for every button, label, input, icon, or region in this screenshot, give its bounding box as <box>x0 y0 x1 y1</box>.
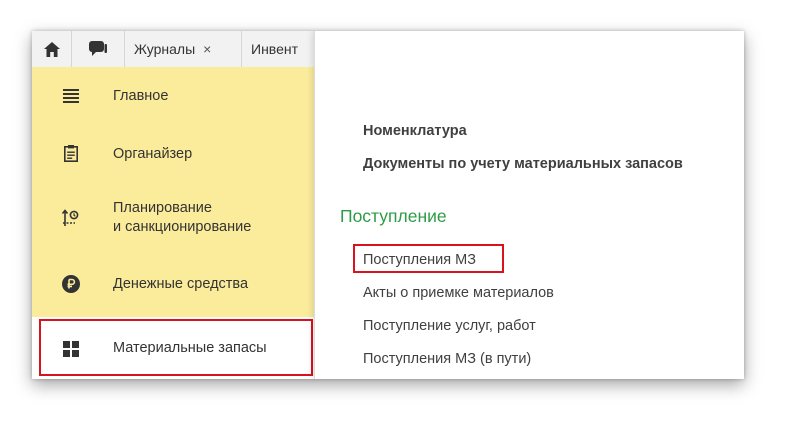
close-icon[interactable]: × <box>203 41 211 57</box>
sidebar-item-label: Планирование и санкционирование <box>113 200 252 235</box>
tab-journals[interactable]: Журналы × <box>125 31 242 67</box>
link-acceptance-acts[interactable]: Акты о приемке материалов <box>363 285 554 301</box>
sidebar-item-label: Главное <box>113 88 169 104</box>
app-window: Журналы × Инвент Главное Органайзер План… <box>32 31 744 379</box>
ruble-coin-icon <box>62 275 80 293</box>
link-nomenclature[interactable]: Номенклатура <box>363 123 467 139</box>
section-panel: Номенклатура Документы по учету материал… <box>314 31 744 379</box>
home-icon <box>43 41 60 57</box>
home-button[interactable] <box>32 31 72 67</box>
sidebar-item-planning[interactable]: Планирование и санкционирование <box>32 187 314 251</box>
highlight-frame <box>39 319 313 376</box>
highlight-frame <box>353 244 504 273</box>
clipboard-icon <box>62 144 80 162</box>
tab-label: Инвент <box>251 41 299 57</box>
sidebar-item-main[interactable]: Главное <box>32 67 314 125</box>
link-material-documents[interactable]: Документы по учету материальных запасов <box>363 156 683 172</box>
menu-lines-icon <box>62 87 80 105</box>
sidebar-item-organizer[interactable]: Органайзер <box>32 125 314 187</box>
tab-label: Журналы <box>134 41 196 57</box>
section-title: Поступление <box>340 206 447 226</box>
sidebar-item-cash[interactable]: Денежные средства <box>32 251 314 317</box>
sidebar-item-label: Денежные средства <box>113 276 249 292</box>
planning-icon <box>62 209 80 227</box>
chat-icon <box>89 41 107 56</box>
sidebar-item-label: Органайзер <box>113 146 193 162</box>
discussions-button[interactable] <box>72 31 125 67</box>
link-mz-in-transit[interactable]: Поступления МЗ (в пути) <box>363 351 531 367</box>
link-services-receipt[interactable]: Поступление услуг, работ <box>363 318 536 334</box>
